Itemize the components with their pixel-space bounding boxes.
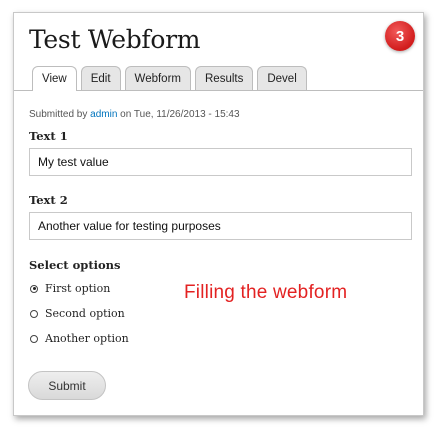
radio-unchecked-icon[interactable] — [30, 309, 38, 318]
webform-page: Test Webform 3 View Edit Webform Results… — [13, 12, 424, 416]
tab-list: View Edit Webform Results Devel — [32, 66, 307, 91]
radio-checked-icon[interactable] — [30, 284, 38, 293]
tab-results[interactable]: Results — [195, 66, 254, 90]
radio-first-option[interactable]: First option — [30, 282, 110, 295]
radio-unchecked-icon[interactable] — [30, 334, 38, 343]
submitted-info: Submitted by admin on Tue, 11/26/2013 - … — [29, 109, 240, 120]
tab-webform[interactable]: Webform — [124, 66, 191, 90]
page-title: Test Webform — [29, 25, 201, 54]
radio-another-option[interactable]: Another option — [30, 332, 129, 345]
author-link[interactable]: admin — [90, 109, 117, 120]
radio-second-option[interactable]: Second option — [30, 307, 125, 320]
radio-label: First option — [45, 282, 111, 295]
radio-label: Another option — [45, 332, 129, 345]
tab-bar: View Edit Webform Results Devel — [14, 66, 423, 91]
text2-input[interactable]: Another value for testing purposes — [29, 212, 412, 240]
step-number-badge: 3 — [385, 21, 415, 51]
tab-edit[interactable]: Edit — [80, 66, 121, 90]
text2-label: Text 2 — [29, 193, 68, 207]
tab-devel[interactable]: Devel — [257, 66, 307, 90]
submitted-date: on Tue, 11/26/2013 - 15:43 — [117, 109, 240, 120]
submitted-prefix: Submitted by — [29, 109, 91, 120]
text1-input[interactable]: My test value — [29, 148, 412, 176]
tab-view[interactable]: View — [32, 66, 77, 91]
text1-label: Text 1 — [29, 129, 68, 143]
submit-button[interactable]: Submit — [28, 371, 106, 400]
select-options-label: Select options — [29, 258, 121, 272]
radio-label: Second option — [45, 307, 125, 320]
annotation-text: Filling the webform — [184, 282, 348, 303]
